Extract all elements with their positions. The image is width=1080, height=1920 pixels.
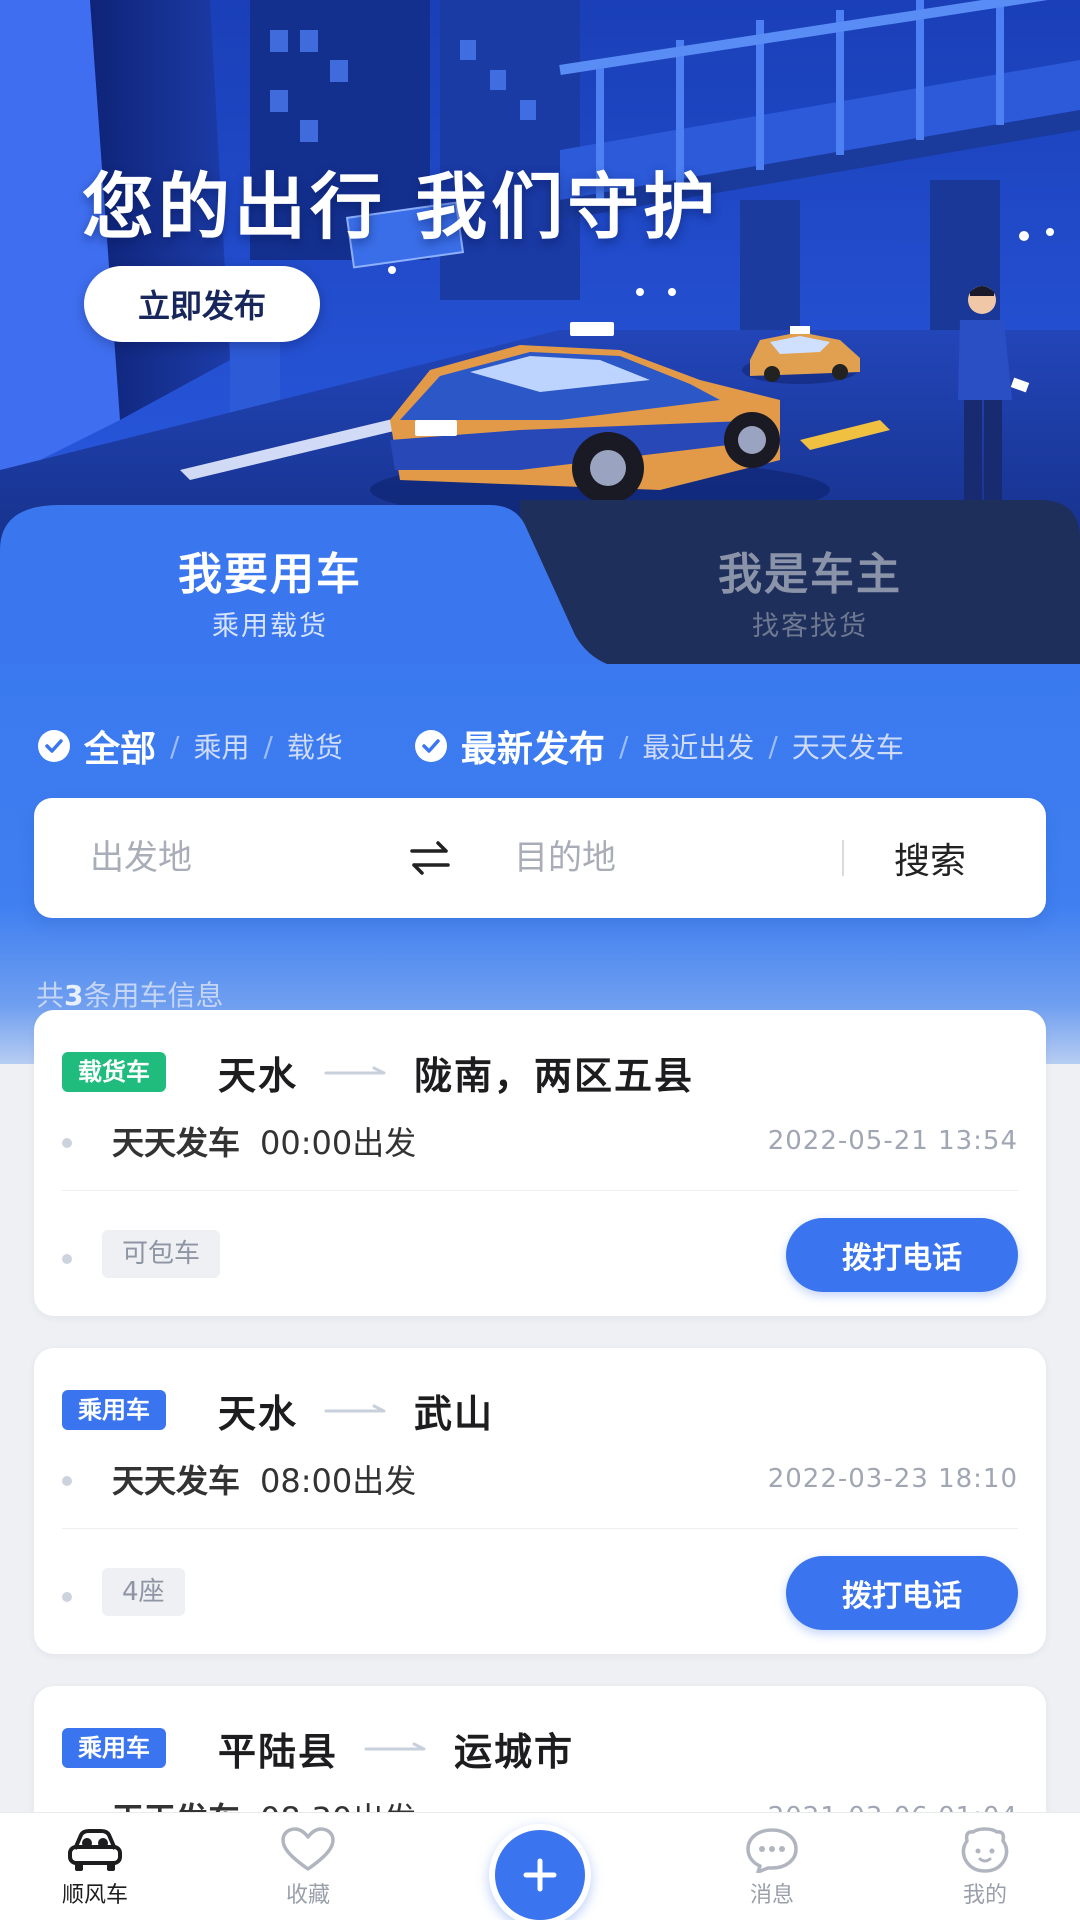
search-button[interactable]: 搜索 <box>894 798 1024 918</box>
result-count-prefix: 共 <box>36 979 65 1012</box>
bullet-dot <box>62 1592 72 1602</box>
tab-car-owner-title: 我是车主 <box>718 549 902 600</box>
route-from: 天水 <box>218 1391 299 1436</box>
filter-separator: / <box>263 729 273 763</box>
nav-label-rideshare: 顺风车 <box>61 1883 128 1908</box>
route: 天水 武山 <box>218 1378 494 1442</box>
swap-icon[interactable] <box>408 838 452 878</box>
listing-card[interactable]: 载货车 天水 陇南，两区五县 天天发车 00:00出发 2022-05-21 13… <box>34 1010 1046 1316</box>
feature-chip: 可包车 <box>102 1230 221 1278</box>
vehicle-type-tag: 乘用车 <box>62 1728 166 1768</box>
route: 平陆县 运城市 <box>218 1716 574 1780</box>
vehicle-type-tag: 乘用车 <box>62 1390 166 1430</box>
bullet-dot <box>62 1476 72 1486</box>
search-panel: 全部 / 乘用 / 载货 最新发布 / 最近出发 / 天天发车 搜索 <box>0 664 1080 1064</box>
user-icon <box>961 1827 1009 1873</box>
vehicle-type-tag: 载货车 <box>62 1052 166 1092</box>
publish-now-button[interactable]: 立即发布 <box>84 266 320 342</box>
nav-item-messages[interactable]: 消息 <box>692 1813 852 1920</box>
filter-type-passenger[interactable]: 乘用 <box>193 726 249 766</box>
departure-time: 08:00出发 <box>260 1462 417 1500</box>
chat-icon <box>746 1828 798 1873</box>
tab-need-car-subtitle: 乘用载货 <box>212 611 328 642</box>
route-search-box: 搜索 <box>34 798 1046 918</box>
check-icon <box>414 730 447 762</box>
hero-title: 您的出行 我们守护 <box>82 165 720 249</box>
tab-car-owner[interactable]: 我是车主 找客找货 <box>610 538 1010 643</box>
nav-label-profile: 我的 <box>962 1883 1007 1908</box>
check-icon <box>38 730 70 762</box>
call-button[interactable]: 拨打电话 <box>786 1556 1018 1630</box>
route-arrow-icon <box>364 1742 426 1751</box>
route-from: 天水 <box>218 1053 299 1098</box>
filter-type-cargo[interactable]: 载货 <box>287 726 343 766</box>
filter-sort-recent-depart[interactable]: 最近出发 <box>642 726 754 766</box>
search-divider <box>842 840 844 876</box>
posted-time: 2022-03-23 18:10 <box>767 1464 1018 1494</box>
nav-item-favorites[interactable]: 收藏 <box>228 1813 388 1920</box>
app-root: 您的出行 我们守护 立即发布 我要用车 乘用载货 我是车主 找客找货 全部 / … <box>0 0 1080 1920</box>
departure-info: 天天发车 00:00出发 <box>112 1118 416 1164</box>
tab-need-car-title: 我要用车 <box>178 549 362 600</box>
filter-sort-latest[interactable]: 最新发布 <box>461 720 605 772</box>
departure-info: 天天发车 08:00出发 <box>112 1456 416 1502</box>
departure-frequency: 天天发车 <box>112 1124 241 1162</box>
tab-need-car[interactable]: 我要用车 乘用载货 <box>70 538 470 643</box>
route-from: 平陆县 <box>218 1729 339 1774</box>
role-tabs: 我要用车 乘用载货 我是车主 找客找货 <box>0 500 1080 670</box>
filter-separator: / <box>618 729 629 763</box>
card-divider <box>62 1190 1018 1191</box>
departure-input[interactable] <box>90 798 390 918</box>
destination-input[interactable] <box>514 798 814 918</box>
filter-separator: / <box>170 729 180 763</box>
nav-item-rideshare[interactable]: 顺风车 <box>15 1813 175 1920</box>
departure-frequency: 天天发车 <box>112 1462 241 1500</box>
result-count-number: 3 <box>64 979 84 1012</box>
bullet-dot <box>62 1138 72 1148</box>
filter-bar: 全部 / 乘用 / 载货 最新发布 / 最近出发 / 天天发车 <box>38 716 1058 776</box>
filter-type-all[interactable]: 全部 <box>84 720 156 772</box>
filter-separator: / <box>768 729 778 763</box>
departure-time: 00:00出发 <box>260 1124 417 1162</box>
route-arrow-icon <box>324 1066 386 1075</box>
bullet-dot <box>62 1254 72 1264</box>
listing-card[interactable]: 乘用车 天水 武山 天天发车 08:00出发 2022-03-23 18:10 4… <box>34 1348 1046 1654</box>
hero-banner: 您的出行 我们守护 立即发布 <box>0 0 1080 560</box>
result-count-suffix: 条用车信息 <box>83 979 224 1012</box>
route-to: 陇南，两区五县 <box>414 1053 695 1098</box>
card-divider <box>62 1528 1018 1529</box>
car-icon <box>68 1829 122 1871</box>
result-count: 共3条用车信息 <box>36 974 224 1014</box>
nav-label-messages: 消息 <box>749 1883 794 1908</box>
call-button[interactable]: 拨打电话 <box>786 1218 1018 1292</box>
nav-label-favorites: 收藏 <box>285 1883 330 1908</box>
heart-icon <box>281 1827 335 1871</box>
nav-item-profile[interactable]: 我的 <box>905 1813 1065 1920</box>
filter-sort-daily[interactable]: 天天发车 <box>792 726 904 766</box>
route-arrow-icon <box>324 1404 386 1413</box>
route: 天水 陇南，两区五县 <box>218 1040 694 1104</box>
posted-time: 2022-05-21 13:54 <box>767 1126 1018 1156</box>
add-post-button[interactable] <box>489 1824 591 1920</box>
route-to: 武山 <box>414 1391 495 1436</box>
route-to: 运城市 <box>454 1729 575 1774</box>
plus-icon <box>523 1858 557 1892</box>
feature-chip: 4座 <box>102 1568 185 1616</box>
tab-car-owner-subtitle: 找客找货 <box>752 611 868 642</box>
